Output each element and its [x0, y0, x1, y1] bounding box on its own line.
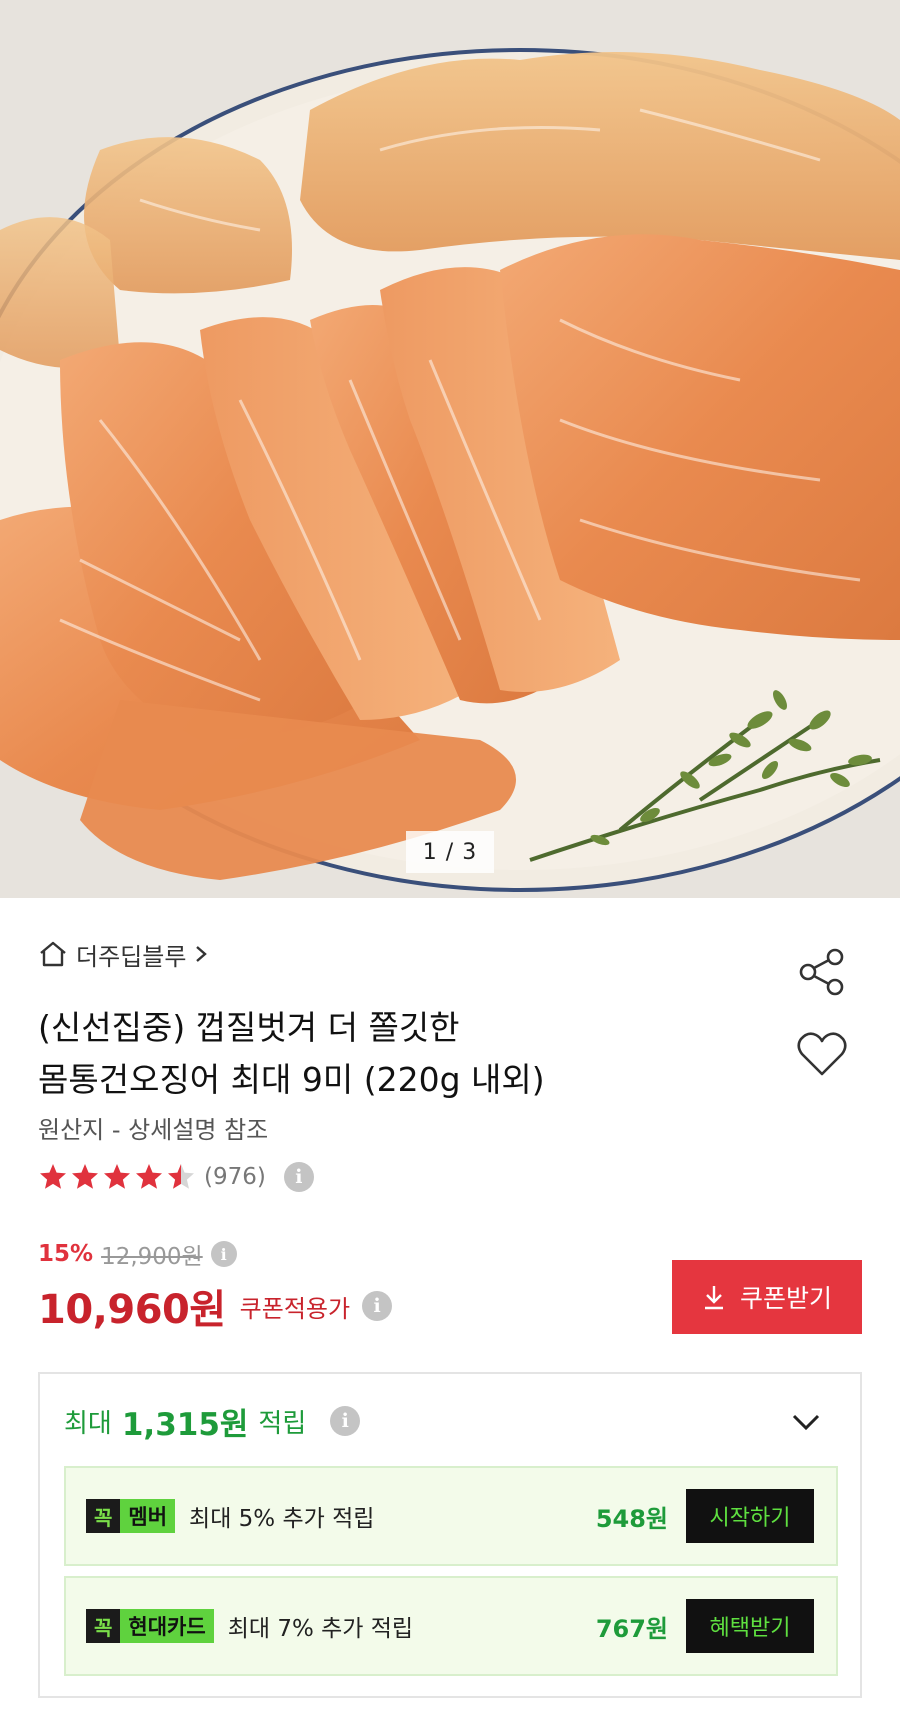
reward-prefix: 최대	[64, 1408, 112, 1439]
member-tag: 꼭 멤버	[86, 1499, 176, 1533]
title-line-2: 몸통건오징어 최대 9미 (220g 내외)	[38, 1060, 545, 1099]
final-price: 10,960원	[38, 1287, 226, 1333]
reward-row-card: 꼭 현대카드 최대 7% 추가 적립 767원 혜택받기	[64, 1576, 838, 1676]
share-button[interactable]	[796, 946, 848, 998]
brand-link[interactable]: 더주딥블루	[38, 938, 208, 971]
star-icon	[168, 1164, 194, 1189]
card-tag: 꼭 현대카드	[86, 1609, 214, 1643]
reward-suffix: 적립	[258, 1408, 307, 1439]
origin-text: 원산지 - 상세설명 참조	[38, 1116, 269, 1144]
reward-expand-toggle[interactable]	[786, 1406, 826, 1438]
image-pager: 1 / 3	[406, 831, 494, 873]
title-line-1: (신선집중) 껍질벗겨 더 쫄깃한	[38, 1008, 460, 1047]
chevron-right-icon	[194, 944, 208, 964]
info-icon[interactable]: i	[330, 1406, 361, 1436]
dried-squid-photo	[0, 0, 900, 898]
info-icon[interactable]: i	[362, 1291, 393, 1321]
product-image[interactable]: 1 / 3	[0, 0, 900, 898]
reward-summary[interactable]: 최대 1,315원 적립 i	[64, 1396, 361, 1446]
price-original-row: 15% 12,900원 i	[38, 1237, 237, 1271]
coupon-price-label: 쿠폰적용가	[239, 1294, 351, 1323]
reward-panel: 최대 1,315원 적립 i 꼭 멤버 최대 5% 추가 적립 548원 시작하…	[38, 1372, 862, 1698]
reward-row-member: 꼭 멤버 최대 5% 추가 적립 548원 시작하기	[64, 1466, 838, 1566]
wishlist-button[interactable]	[796, 1030, 848, 1078]
coupon-button-label: 쿠폰받기	[739, 1285, 832, 1313]
home-icon	[38, 940, 68, 968]
star-rating	[38, 1162, 196, 1192]
review-count: (976)	[204, 1164, 266, 1190]
rating-row[interactable]: (976) i	[38, 1159, 314, 1195]
price-final-row: 10,960원 쿠폰적용가 i	[38, 1278, 393, 1334]
brand-name: 더주딥블루	[76, 942, 187, 971]
share-icon	[799, 948, 844, 996]
reward-amount: 1,315원	[121, 1406, 249, 1443]
reward-row-amount: 767원	[595, 1614, 668, 1643]
info-icon[interactable]: i	[283, 1162, 314, 1192]
tag-prefix: 꼭	[86, 1499, 121, 1533]
discount-rate: 15%	[38, 1241, 94, 1267]
chevron-down-icon	[792, 1414, 820, 1431]
download-icon	[704, 1286, 723, 1310]
get-benefit-button[interactable]: 혜택받기	[686, 1599, 814, 1653]
star-icon	[104, 1164, 130, 1189]
star-icon	[72, 1164, 98, 1189]
heart-icon	[797, 1032, 847, 1076]
tag-prefix: 꼭	[86, 1609, 121, 1643]
star-icon	[40, 1164, 66, 1189]
info-icon[interactable]: i	[210, 1241, 237, 1267]
reward-description: 최대 5% 추가 적립	[189, 1506, 375, 1532]
tag-name: 멤버	[120, 1499, 176, 1533]
original-price: 12,900원	[101, 1244, 203, 1270]
reward-description: 최대 7% 추가 적립	[227, 1616, 414, 1642]
start-membership-button[interactable]: 시작하기	[686, 1489, 814, 1543]
product-title: (신선집중) 껍질벗겨 더 쫄깃한 몸통건오징어 최대 9미 (220g 내외)	[38, 1002, 758, 1106]
coupon-download-button[interactable]: 쿠폰받기	[672, 1260, 862, 1334]
reward-row-amount: 548원	[595, 1504, 668, 1533]
tag-name: 현대카드	[120, 1609, 214, 1643]
star-icon	[136, 1164, 162, 1189]
